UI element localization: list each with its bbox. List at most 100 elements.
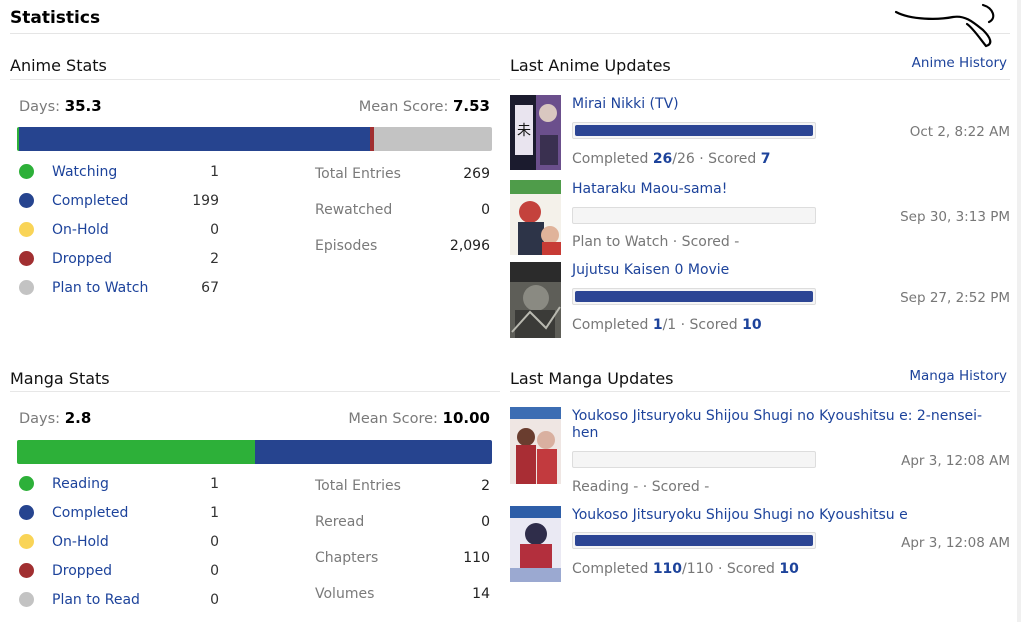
legend-plan-to-read-count: 0 bbox=[210, 591, 219, 608]
cover-image[interactable]: 未 bbox=[510, 95, 561, 170]
legend-watching-count: 1 bbox=[210, 163, 219, 180]
total-entries-row: Total Entries 2 bbox=[315, 478, 490, 494]
legend-dropped-count: 0 bbox=[210, 562, 219, 579]
last-manga-updates-title: Last Manga Updates bbox=[510, 369, 674, 388]
progress-fill bbox=[575, 125, 813, 136]
anime-status-bar bbox=[17, 127, 492, 151]
legend-reading-link[interactable]: Reading bbox=[52, 476, 109, 492]
anime-mean-score-value: 7.53 bbox=[452, 97, 490, 115]
manga-update-item: Youkoso Jitsuryoku Shijou Shugi no Kyous… bbox=[510, 506, 1010, 586]
manga-update-item: Youkoso Jitsuryoku Shijou Shugi no Kyous… bbox=[510, 407, 1010, 497]
legend-on-hold-count: 0 bbox=[210, 533, 219, 550]
legend-on-hold-link[interactable]: On-Hold bbox=[52, 534, 109, 550]
manga-history-link[interactable]: Manga History bbox=[909, 368, 1007, 384]
legend-on-hold-count: 0 bbox=[210, 221, 219, 238]
anime-update-title[interactable]: Jujutsu Kaisen 0 Movie bbox=[572, 262, 729, 279]
legend-reading: Reading 1 bbox=[19, 469, 219, 498]
last-anime-updates-title: Last Anime Updates bbox=[510, 56, 671, 75]
legend-completed-link[interactable]: Completed bbox=[52, 505, 128, 521]
title-divider bbox=[10, 33, 1010, 34]
bar-segment-completed bbox=[18, 127, 371, 151]
scrollbar[interactable] bbox=[1017, 0, 1021, 622]
update-date: Oct 2, 8:22 AM bbox=[909, 124, 1010, 140]
anime-days: Days: 35.3 bbox=[19, 97, 102, 115]
legend-dropped: Dropped 0 bbox=[19, 556, 219, 585]
update-date: Apr 3, 12:08 AM bbox=[901, 453, 1010, 469]
cover-image[interactable] bbox=[510, 180, 561, 255]
anime-totals: Total Entries 269 Rewatched 0 Episodes 2,09… bbox=[315, 166, 490, 274]
legend-completed: Completed 1 bbox=[19, 498, 219, 527]
plan-dot-icon bbox=[19, 280, 34, 295]
total-entries-row: Total Entries 269 bbox=[315, 166, 490, 182]
cover-image[interactable] bbox=[510, 262, 561, 338]
manga-update-title[interactable]: Youkoso Jitsuryoku Shijou Shugi no Kyous… bbox=[572, 507, 908, 524]
episodes-row: Episodes 2,096 bbox=[315, 238, 490, 254]
manga-update-title[interactable]: Youkoso Jitsuryoku Shijou Shugi no Kyous… bbox=[572, 408, 1002, 442]
update-date: Apr 3, 12:08 AM bbox=[901, 535, 1010, 551]
svg-text:未: 未 bbox=[517, 123, 531, 139]
legend-plan-to-watch-count: 67 bbox=[201, 279, 219, 296]
dropped-dot-icon bbox=[19, 563, 34, 578]
completed-dot-icon bbox=[19, 193, 34, 208]
update-status: Completed 110/110 · Scored 10 bbox=[572, 561, 799, 577]
pen-scribble-icon bbox=[894, 3, 995, 48]
volumes-row: Volumes 14 bbox=[315, 586, 490, 602]
anime-updates-divider bbox=[510, 79, 1010, 80]
manga-status-legend: Reading 1 Completed 1 On-Hold 0 Dropped … bbox=[19, 469, 219, 614]
anime-mean-score: Mean Score: 7.53 bbox=[358, 97, 490, 115]
manga-mean-score-value: 10.00 bbox=[442, 409, 490, 427]
legend-on-hold-link[interactable]: On-Hold bbox=[52, 222, 109, 238]
manga-updates-divider bbox=[510, 391, 1010, 392]
update-status: Completed 26/26 · Scored 7 bbox=[572, 151, 771, 167]
legend-watching-link[interactable]: Watching bbox=[52, 164, 117, 180]
cover-image[interactable] bbox=[510, 407, 561, 484]
legend-completed-link[interactable]: Completed bbox=[52, 193, 128, 209]
update-status: Reading - · Scored - bbox=[572, 479, 710, 495]
anime-status-legend: Watching 1 Completed 199 On-Hold 0 Dropp… bbox=[19, 157, 219, 302]
rewatched-row: Rewatched 0 bbox=[315, 202, 490, 218]
manga-totals: Total Entries 2 Reread 0 Chapters 110 Volum… bbox=[315, 478, 490, 622]
progress-bar bbox=[572, 207, 816, 224]
anime-update-title[interactable]: Mirai Nikki (TV) bbox=[572, 96, 679, 113]
cover-image[interactable] bbox=[510, 506, 561, 582]
update-status: Completed 1/1 · Scored 10 bbox=[572, 317, 762, 333]
anime-stats-title: Anime Stats bbox=[10, 56, 107, 75]
completed-dot-icon bbox=[19, 505, 34, 520]
legend-dropped-link[interactable]: Dropped bbox=[52, 563, 112, 579]
legend-plan-to-watch-link[interactable]: Plan to Watch bbox=[52, 280, 148, 296]
chapters-row: Chapters 110 bbox=[315, 550, 490, 566]
bar-segment-plan-to-watch bbox=[373, 127, 492, 151]
progress-bar bbox=[572, 288, 816, 305]
page-title: Statistics bbox=[10, 8, 101, 28]
progress-bar bbox=[572, 451, 816, 468]
anime-update-title[interactable]: Hataraku Maou-sama! bbox=[572, 181, 727, 198]
reread-row: Reread 0 bbox=[315, 514, 490, 530]
dropped-dot-icon bbox=[19, 251, 34, 266]
manga-days-value: 2.8 bbox=[64, 409, 92, 427]
watching-dot-icon bbox=[19, 164, 34, 179]
legend-dropped: Dropped 2 bbox=[19, 244, 219, 273]
progress-bar bbox=[572, 532, 816, 549]
progress-fill bbox=[575, 291, 813, 302]
legend-completed: Completed 199 bbox=[19, 186, 219, 215]
anime-history-link[interactable]: Anime History bbox=[912, 55, 1007, 71]
legend-dropped-count: 2 bbox=[210, 250, 219, 267]
update-status: Plan to Watch · Scored - bbox=[572, 234, 740, 250]
bar-segment-reading bbox=[17, 440, 255, 464]
manga-mean-score: Mean Score: 10.00 bbox=[348, 409, 490, 427]
legend-on-hold: On-Hold 0 bbox=[19, 215, 219, 244]
anime-update-item: 未 Mirai Nikki (TV) Oct 2, 8:22 AM Comple… bbox=[510, 95, 1010, 175]
legend-completed-count: 1 bbox=[210, 504, 219, 521]
reading-dot-icon bbox=[19, 476, 34, 491]
legend-dropped-link[interactable]: Dropped bbox=[52, 251, 112, 267]
update-date: Sep 30, 3:13 PM bbox=[900, 209, 1010, 225]
anime-update-item: Hataraku Maou-sama! Sep 30, 3:13 PM Plan… bbox=[510, 180, 1010, 260]
legend-plan-to-read-link[interactable]: Plan to Read bbox=[52, 592, 140, 608]
legend-plan-to-read: Plan to Read 0 bbox=[19, 585, 219, 614]
progress-bar bbox=[572, 122, 816, 139]
manga-stats-divider bbox=[10, 391, 500, 392]
on-hold-dot-icon bbox=[19, 534, 34, 549]
legend-reading-count: 1 bbox=[210, 475, 219, 492]
manga-stats-title: Manga Stats bbox=[10, 369, 110, 388]
legend-completed-count: 199 bbox=[192, 192, 219, 209]
